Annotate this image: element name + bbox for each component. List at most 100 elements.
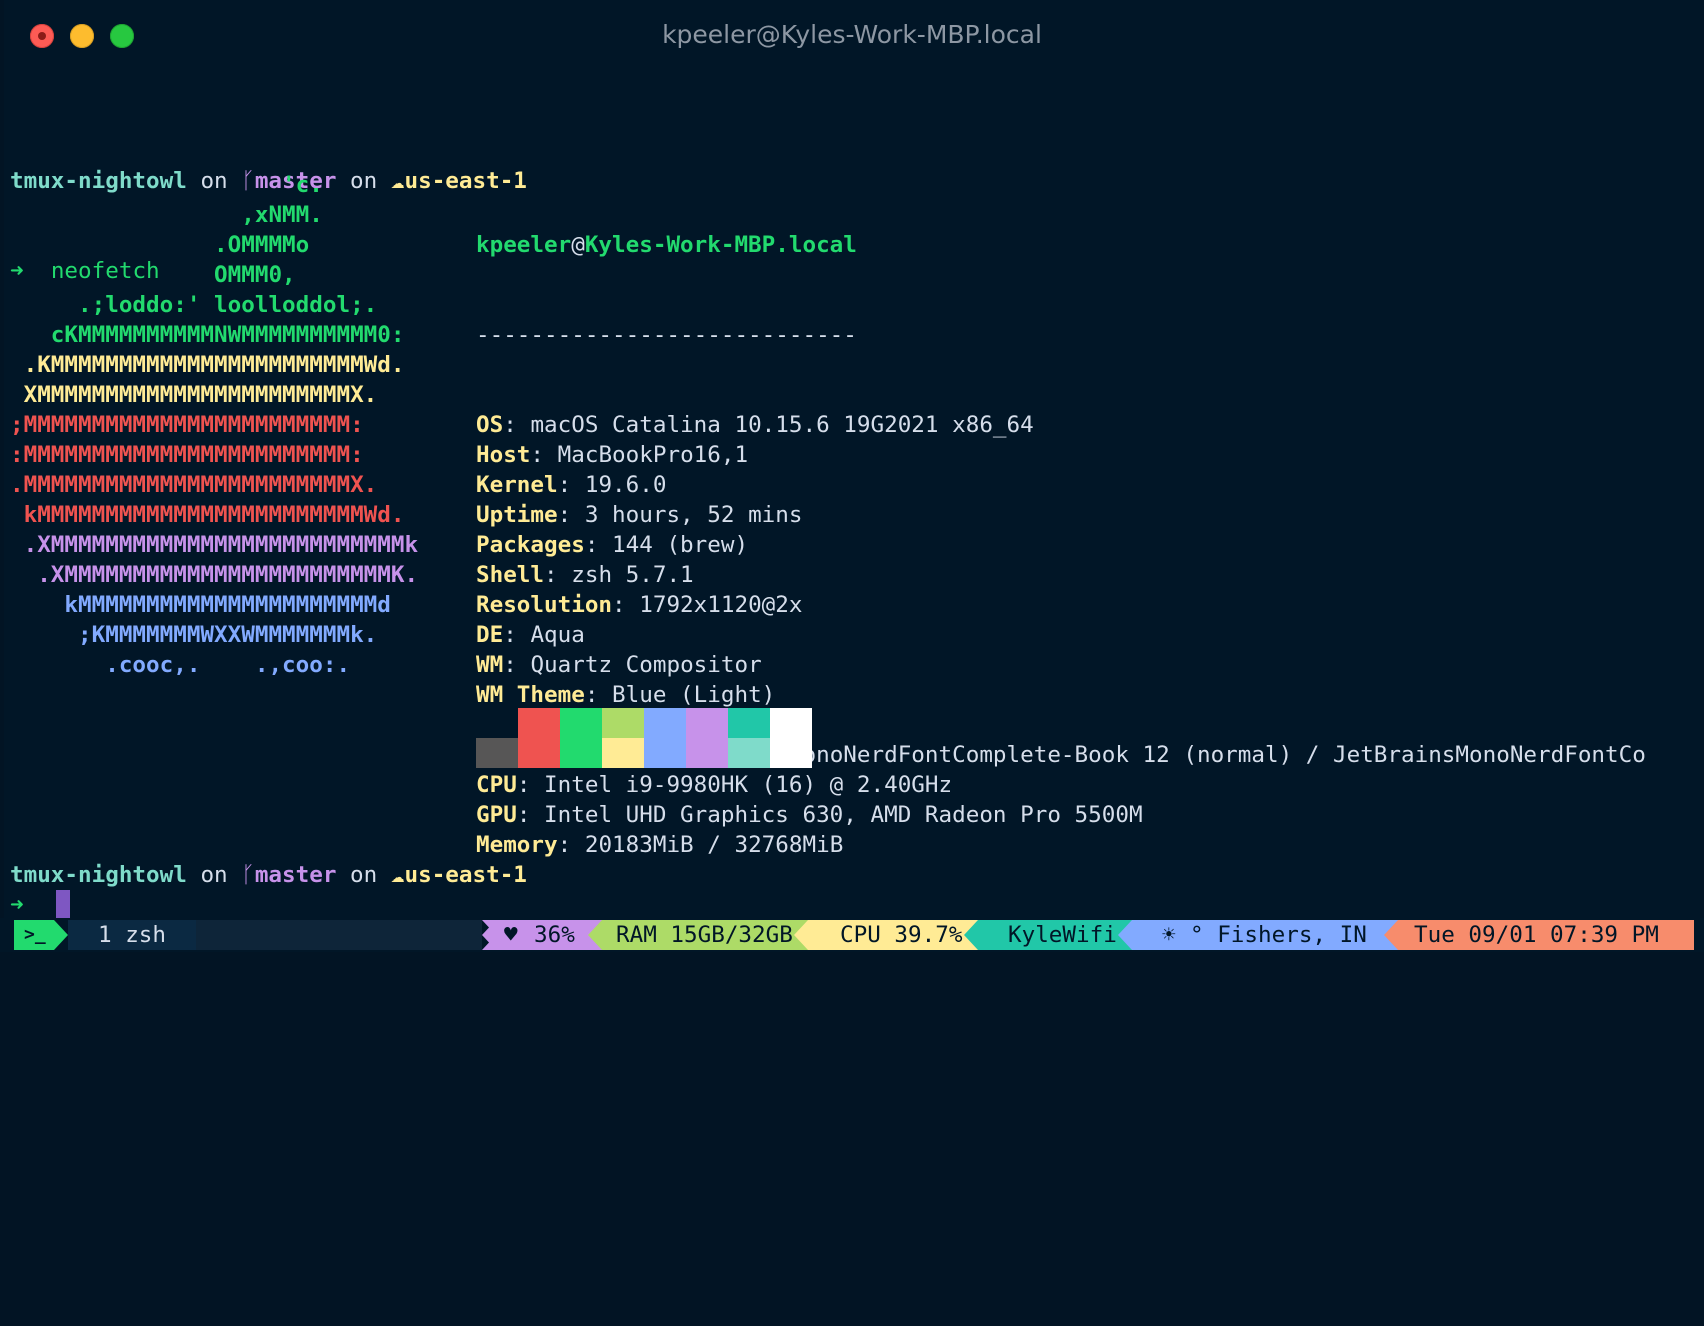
system-info: kpeeler@Kyles-Work-MBP.local -----------… [476,170,1646,890]
info-key: DE [476,622,504,648]
color-swatch [644,738,686,768]
logo-line: XMMMMMMMMMMMMMMMMMMMMMMMX. [10,382,378,408]
info-row: DE: Aqua [476,620,1646,650]
tmux-window-tab[interactable]: 1 zsh [98,918,166,952]
apple-ascii-logo: 'c. ,xNMM. .OMMMMo OMMM0, .;loddo:' lool… [10,170,418,680]
info-row: OS: macOS Catalina 10.15.6 19G2021 x86_6… [476,410,1646,440]
color-swatch [770,708,812,738]
prompt-on: on [336,862,391,888]
sun-icon: ☀ [1162,922,1176,948]
logo-line: .OMMMMo [10,232,310,258]
info-row: Kernel: 19.6.0 [476,470,1646,500]
color-swatch [518,738,560,768]
color-swatch [728,708,770,738]
tmux-status-bar: >_ 1 zsh ♥ 36% RAM 15GB/32GB CPU 39.7% K… [0,918,1704,952]
info-key-separator: : [530,442,558,468]
logo-line: ;MMMMMMMMMMMMMMMMMMMMMMMM: [10,412,364,438]
color-swatch [518,708,560,738]
info-separator: ---------------------------- [476,322,857,348]
info-rows: OS: macOS Catalina 10.15.6 19G2021 x86_6… [476,410,1646,860]
info-value: 1792x1120@2x [639,592,803,618]
info-key-separator: : [557,472,585,498]
info-row: CPU: Intel i9-9980HK (16) @ 2.40GHz [476,770,1646,800]
logo-line: .MMMMMMMMMMMMMMMMMMMMMMMMX. [10,472,378,498]
info-value: Aqua [530,622,585,648]
color-swatch [686,738,728,768]
info-key-separator: : [584,682,613,708]
info-key-separator: : [584,532,613,558]
username: kpeeler [476,232,572,258]
info-value: 3 hours, 52 mins [584,502,803,528]
info-key: Host [476,442,531,468]
battery-status: 36% [534,922,575,948]
info-key-separator: : [557,502,585,528]
color-swatch [644,708,686,738]
info-key-separator: : [516,802,545,828]
info-key: Resolution [476,592,613,618]
info-value: 20183MiB / 32768MiB [584,832,844,858]
info-row: Packages: 144 (brew) [476,530,1646,560]
logo-line: .;loddo:' loolloddol;. [10,292,378,318]
info-key: Memory [476,832,558,858]
logo-line: .XMMMMMMMMMMMMMMMMMMMMMMMMK. [10,562,419,588]
logo-line: ,xNMM. [10,202,323,228]
heart-icon: ♥ [504,922,518,948]
info-key: GPU [476,802,517,828]
info-value: Blue (Light) [612,682,776,708]
logo-line: cKMMMMMMMMMMNWMMMMMMMMMM0: [10,322,405,348]
color-swatch [560,708,602,738]
date-time: Tue 09/01 07:39 PM [1414,922,1659,948]
color-swatch [476,708,518,738]
prompt-dir: tmux-nightowl [10,862,187,888]
color-swatch [686,708,728,738]
info-key: Kernel [476,472,558,498]
info-value: zsh 5.7.1 [571,562,694,588]
info-row: Host: MacBookPro16,1 [476,440,1646,470]
prompt-on: on [186,862,242,888]
info-value: MacBookPro16,1 [557,442,749,468]
git-branch: master [254,862,337,888]
info-key-separator: : [544,562,572,588]
info-key-separator: : [612,592,640,618]
info-row: WM: Quartz Compositor [476,650,1646,680]
info-row: WM Theme: Blue (Light) [476,680,1646,710]
cpu-status: CPU 39.7% [840,922,963,948]
info-value: 19.6.0 [584,472,667,498]
title-bar: kpeeler@Kyles-Work-MBP.local [4,0,1700,72]
info-row: Uptime: 3 hours, 52 mins [476,500,1646,530]
text-cursor [56,890,70,918]
color-swatch [728,738,770,768]
weather-status: ° Fishers, IN [1190,922,1367,948]
user-host: kpeeler@Kyles-Work-MBP.local [476,230,1646,260]
logo-line: .XMMMMMMMMMMMMMMMMMMMMMMMMMMk [10,532,419,558]
window-title: kpeeler@Kyles-Work-MBP.local [662,20,1042,49]
info-value: Intel i9-9980HK (16) @ 2.40GHz [544,772,953,798]
color-swatch [476,738,518,768]
color-palette [476,708,812,768]
command-input[interactable]: ➜ [10,890,70,920]
prompt-arrow-icon: ➜ [10,892,24,918]
info-value: macOS Catalina 10.15.6 19G2021 x86_64 [530,412,1034,438]
info-key-separator: : [503,622,531,648]
info-row: Shell: zsh 5.7.1 [476,560,1646,590]
logo-line: kMMMMMMMMMMMMMMMMMMMMMMd [10,592,391,618]
info-key: Packages [476,532,585,558]
logo-line: .cooc,. .,coo:. [10,652,351,678]
prompt-line: tmux-nightowl on ᚴmaster on ☁us-east-1 [10,860,527,890]
logo-line: :MMMMMMMMMMMMMMMMMMMMMMMM: [10,442,364,468]
logo-line: .KMMMMMMMMMMMMMMMMMMMMMMMWd. [10,352,405,378]
color-swatch [602,708,644,738]
info-value: Quartz Compositor [530,652,762,678]
info-value: 144 (brew) [612,532,749,558]
info-value: OperatorMonoNerdFontComplete-Book 12 (no… [680,742,1646,768]
info-key: Uptime [476,502,558,528]
color-swatch [602,738,644,768]
info-key: OS [476,412,504,438]
logo-line: 'c. [10,172,323,198]
hostname: Kyles-Work-MBP.local [584,232,857,258]
wifi-status: KyleWifi [1008,922,1117,948]
info-value: Intel UHD Graphics 630, AMD Radeon Pro 5… [544,802,1143,828]
at-sign: @ [571,232,585,258]
info-row: GPU: Intel UHD Graphics 630, AMD Radeon … [476,800,1646,830]
color-swatch [770,738,812,768]
